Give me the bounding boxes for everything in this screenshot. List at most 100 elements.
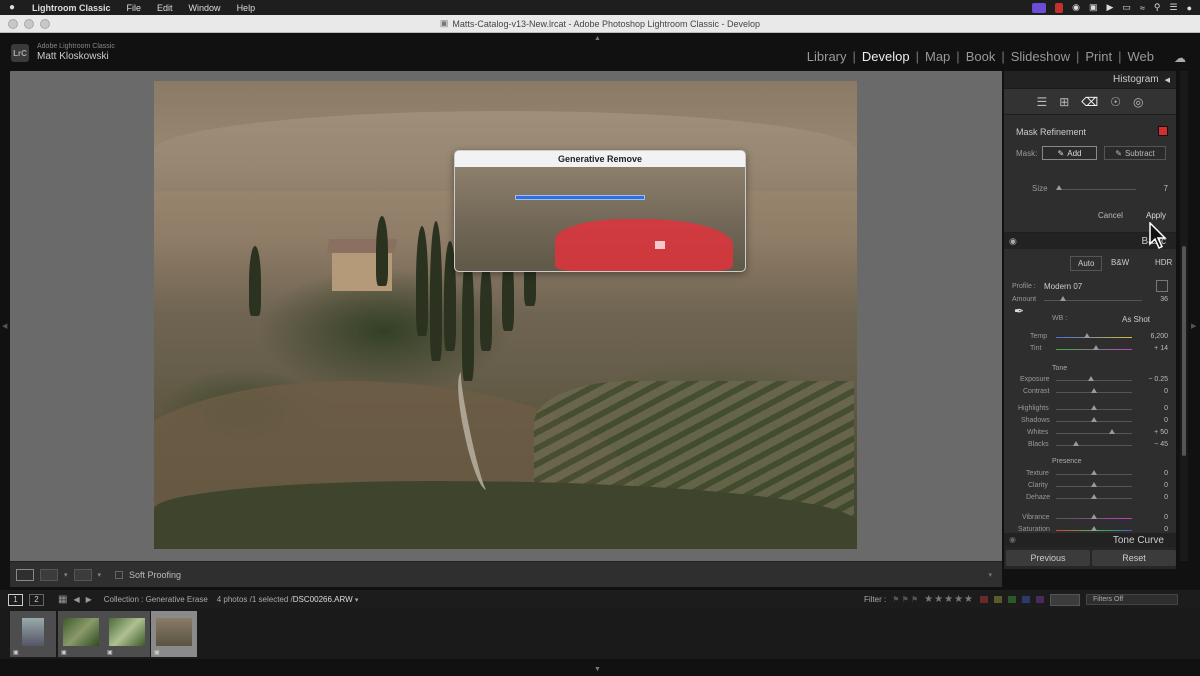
bw-button[interactable]: B&W [1104, 256, 1136, 269]
loupe-view-button[interactable] [16, 568, 34, 581]
cloud-sync-icon[interactable]: ☁ [1174, 51, 1186, 65]
rating-filter[interactable]: ★★★★★ [924, 594, 974, 605]
clarity-slider[interactable] [1091, 482, 1097, 487]
wb-eyedropper-icon[interactable]: ✒ [1014, 304, 1024, 318]
shadows-slider[interactable] [1091, 417, 1097, 422]
histogram-header[interactable]: Histogram ◀ [1004, 71, 1176, 89]
size-slider-knob[interactable] [1056, 185, 1062, 190]
mask-color-swatch[interactable] [1158, 126, 1168, 136]
right-panel-scrollbar[interactable] [1180, 71, 1188, 561]
battery-icon[interactable]: ▭ [1122, 2, 1131, 13]
scrollbar-thumb[interactable] [1182, 246, 1186, 456]
reset-button[interactable]: Reset [1092, 550, 1176, 566]
filmstrip-thumbnail[interactable]: ▣ [58, 611, 104, 657]
dehaze-value[interactable]: 0 [1138, 494, 1168, 501]
wb-select[interactable]: As Shot [1122, 315, 1150, 324]
forward-arrow-icon[interactable]: ▶ [86, 595, 92, 604]
control-center-icon[interactable]: ☰ [1169, 2, 1177, 13]
module-book[interactable]: Book [960, 49, 1002, 64]
exposure-value[interactable]: − 0.25 [1138, 376, 1168, 383]
right-panel-toggle-icon[interactable]: ▶ [1191, 322, 1196, 330]
dehaze-slider[interactable] [1091, 494, 1097, 499]
module-map[interactable]: Map [919, 49, 956, 64]
module-print[interactable]: Print [1079, 49, 1118, 64]
texture-value[interactable]: 0 [1138, 470, 1168, 477]
filter-preset-select[interactable]: Filters Off [1086, 594, 1178, 605]
before-after-view-button[interactable] [40, 568, 58, 581]
apple-icon[interactable]: ● [0, 2, 24, 13]
apply-button[interactable]: Apply [1146, 211, 1166, 220]
size-value[interactable]: 7 [1164, 184, 1168, 193]
toolbar-menu-icon[interactable]: ▾ [988, 571, 992, 579]
eye-icon[interactable]: ◉ [1009, 236, 1017, 247]
siri-icon[interactable]: ● [1187, 3, 1192, 13]
vibrance-slider[interactable] [1091, 514, 1097, 519]
temp-value[interactable]: 6,200 [1138, 333, 1168, 340]
close-window-button[interactable] [8, 19, 18, 29]
left-panel-toggle-icon[interactable]: ◀ [2, 322, 7, 330]
amount-value[interactable]: 36 [1138, 296, 1168, 303]
soft-proofing-label[interactable]: Soft Proofing [129, 570, 181, 580]
color-label-yellow[interactable] [994, 596, 1002, 603]
blacks-value[interactable]: − 45 [1138, 441, 1168, 448]
filmstrip-source[interactable]: Collection : Generative Erase 4 photos /… [104, 595, 359, 604]
menu-window[interactable]: Window [181, 3, 229, 13]
filmstrip-thumbnail[interactable]: ▣ [10, 611, 56, 657]
flag-filter-icons[interactable]: ⚑ ⚑ ⚑ [892, 595, 918, 604]
screen-record-icon[interactable] [1032, 2, 1047, 13]
exposure-slider[interactable] [1088, 376, 1094, 381]
remove-eraser-icon[interactable]: ⌫ [1081, 95, 1098, 109]
grid-view-icon[interactable]: ▦ [58, 594, 67, 605]
color-label-green[interactable] [1008, 596, 1016, 603]
previous-button[interactable]: Previous [1006, 550, 1090, 566]
clarity-value[interactable]: 0 [1138, 482, 1168, 489]
contrast-slider[interactable] [1091, 388, 1097, 393]
bottom-panel-toggle-icon[interactable]: ▼ [594, 666, 601, 673]
whites-value[interactable]: + 50 [1138, 429, 1168, 436]
dropdown-arrow-icon[interactable]: ▾ [64, 571, 68, 579]
color-label-purple[interactable] [1036, 596, 1044, 603]
color-label-blue[interactable] [1022, 596, 1030, 603]
menu-help[interactable]: Help [229, 3, 264, 13]
red-eye-icon[interactable]: ☉ [1110, 95, 1121, 109]
module-slideshow[interactable]: Slideshow [1005, 49, 1076, 64]
masking-icon[interactable]: ◎ [1133, 95, 1143, 109]
blacks-slider[interactable] [1073, 441, 1079, 446]
filmstrip-thumbnail[interactable]: ▣ [104, 611, 150, 657]
zoom-window-button[interactable] [40, 19, 50, 29]
module-web[interactable]: Web [1122, 49, 1161, 64]
saturation-value[interactable]: 0 [1138, 526, 1168, 533]
top-panel-toggle-icon[interactable]: ▲ [594, 35, 601, 42]
shadows-value[interactable]: 0 [1138, 417, 1168, 424]
texture-slider[interactable] [1091, 470, 1097, 475]
temp-slider[interactable] [1084, 333, 1090, 338]
search-icon[interactable]: ⚲ [1154, 2, 1161, 13]
vibrance-value[interactable]: 0 [1138, 514, 1168, 521]
menu-app-name[interactable]: Lightroom Classic [24, 3, 119, 13]
profile-select[interactable]: Modern 07 [1044, 282, 1082, 291]
auto-button[interactable]: Auto [1070, 256, 1103, 271]
dropdown-arrow-icon[interactable]: ▾ [355, 597, 359, 604]
menu-edit[interactable]: Edit [149, 3, 181, 13]
module-develop[interactable]: Develop [856, 49, 916, 64]
color-label-red[interactable] [980, 596, 988, 603]
tint-value[interactable]: + 14 [1138, 345, 1168, 352]
kind-filter-icons[interactable] [1050, 593, 1080, 606]
tint-slider[interactable] [1093, 345, 1099, 350]
menu-file[interactable]: File [119, 3, 150, 13]
contrast-value[interactable]: 0 [1138, 388, 1168, 395]
filmstrip-thumbnail-selected[interactable]: ▣ [151, 611, 197, 657]
play-icon[interactable]: ▶ [1107, 2, 1114, 13]
module-library[interactable]: Library [801, 49, 853, 64]
wifi-icon[interactable]: ≈ [1140, 3, 1145, 13]
back-arrow-icon[interactable]: ◀ [73, 595, 79, 604]
display-2-button[interactable]: 2 [29, 593, 44, 606]
dropdown-arrow-icon[interactable]: ▾ [98, 571, 102, 579]
mask-subtract-button[interactable]: ✎ Subtract [1104, 146, 1166, 160]
highlights-value[interactable]: 0 [1138, 405, 1168, 412]
highlights-slider[interactable] [1091, 405, 1097, 410]
hdr-button[interactable]: HDR [1148, 256, 1179, 269]
camera-icon[interactable]: ▣ [1089, 2, 1098, 13]
profile-browser-icon[interactable] [1156, 280, 1168, 292]
before-after-swap-button[interactable] [73, 568, 92, 581]
